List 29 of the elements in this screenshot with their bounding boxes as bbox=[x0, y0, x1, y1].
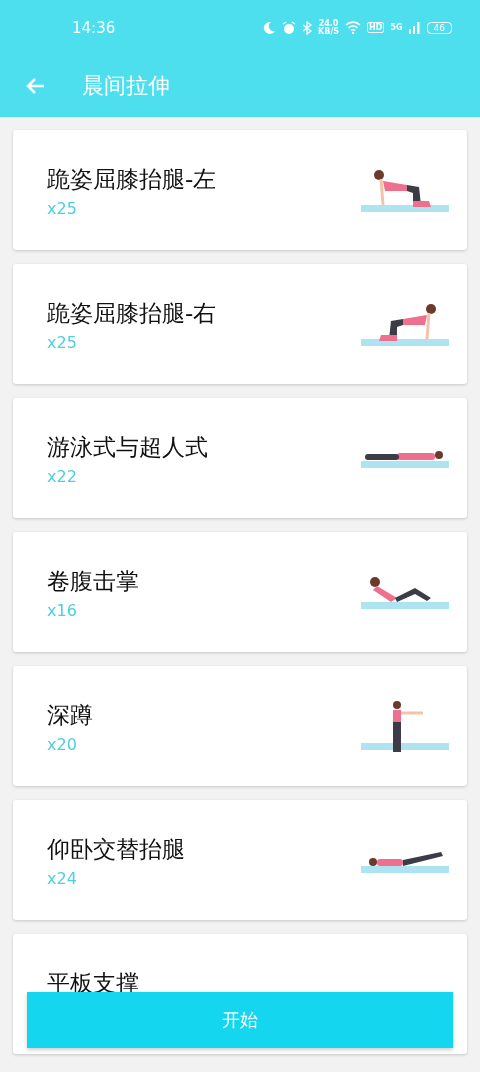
moon-icon bbox=[262, 20, 277, 35]
exercise-card[interactable]: 卷腹击掌 x16 bbox=[13, 532, 467, 652]
status-time: 14:36 bbox=[72, 18, 117, 37]
exercise-name: 深蹲 bbox=[47, 701, 94, 730]
exercise-name: 跪姿屈膝抬腿-右 bbox=[47, 299, 218, 328]
exercise-reps: x16 bbox=[47, 601, 78, 620]
hd-badge: HD bbox=[367, 22, 385, 33]
exercise-name: 卷腹击掌 bbox=[47, 567, 140, 596]
exercise-reps: x24 bbox=[47, 869, 78, 888]
exercise-reps: x20 bbox=[47, 735, 78, 754]
exercise-card[interactable]: 跪姿屈膝抬腿-右 x25 bbox=[13, 264, 467, 384]
network-type: 5G bbox=[390, 23, 403, 32]
exercise-name: 跪姿屈膝抬腿-左 bbox=[47, 165, 218, 194]
wifi-icon bbox=[345, 21, 362, 34]
exercise-card[interactable]: 游泳式与超人式 x22 bbox=[13, 398, 467, 518]
exercise-reps: x25 bbox=[47, 199, 78, 218]
bluetooth-icon bbox=[302, 20, 313, 35]
exercise-reps: x22 bbox=[47, 467, 78, 486]
exercise-card[interactable]: 深蹲 x20 bbox=[13, 666, 467, 786]
exercise-name: 仰卧交替抬腿 bbox=[47, 835, 186, 864]
battery-level: 46 bbox=[426, 21, 452, 34]
alarm-icon bbox=[282, 20, 297, 35]
exercise-reps: x25 bbox=[47, 333, 78, 352]
network-speed: 24.0 KB/S bbox=[318, 19, 340, 36]
exercise-name: 游泳式与超人式 bbox=[47, 433, 209, 462]
signal-icon bbox=[408, 21, 421, 34]
exercise-card[interactable]: 跪姿屈膝抬腿-左 x25 bbox=[13, 130, 467, 250]
page-title: 晨间拉伸 bbox=[82, 72, 170, 100]
exercise-card[interactable]: 仰卧交替抬腿 x24 bbox=[13, 800, 467, 920]
